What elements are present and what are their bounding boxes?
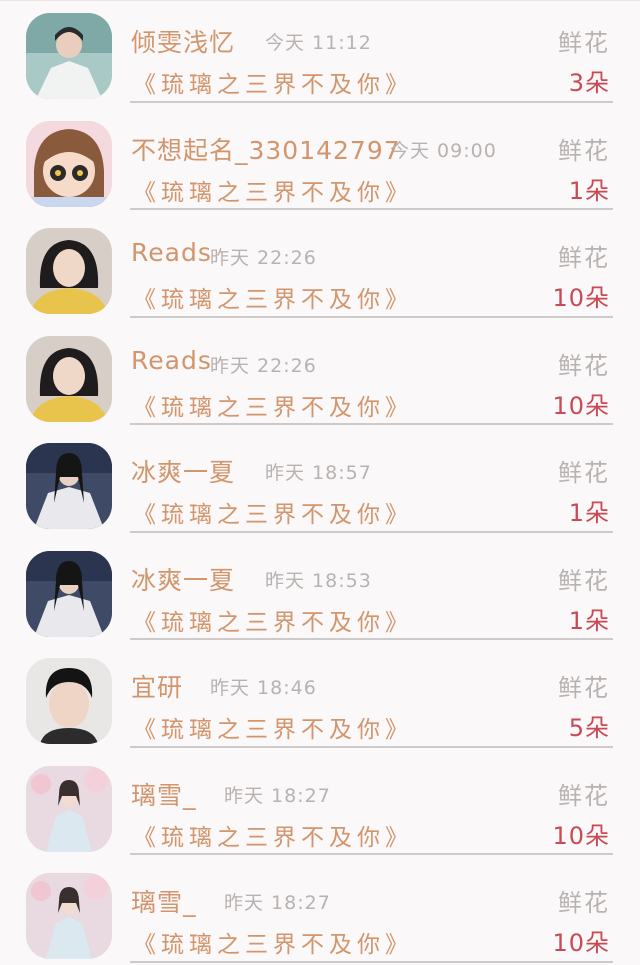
avatar[interactable] bbox=[26, 443, 112, 529]
user-name[interactable]: 宜研 bbox=[131, 668, 183, 704]
timestamp: 今天 09:00 bbox=[390, 139, 497, 162]
list-item[interactable]: 冰爽一夏 昨天 18:53 《琉璃之三界不及你》 鲜花 1朵 bbox=[0, 539, 640, 647]
divider bbox=[130, 960, 613, 963]
divider bbox=[130, 638, 613, 640]
list-item[interactable]: 璃雪_ 昨天 18:27 《琉璃之三界不及你》 鲜花 10朵 bbox=[0, 861, 640, 965]
book-title[interactable]: 《琉璃之三界不及你》 bbox=[133, 388, 413, 422]
gift-count: 10朵 bbox=[552, 929, 610, 957]
gift-label: 鲜花 bbox=[558, 781, 610, 810]
timestamp: 今天 11:12 bbox=[265, 32, 372, 54]
divider bbox=[130, 423, 613, 425]
timestamp: 昨天 18:27 bbox=[224, 784, 331, 807]
list-item[interactable]: 宜研 昨天 18:46 《琉璃之三界不及你》 鲜花 5朵 bbox=[0, 646, 640, 754]
divider bbox=[130, 315, 613, 318]
book-title[interactable]: 《琉璃之三界不及你》 bbox=[133, 818, 413, 852]
gift-count: 10朵 bbox=[552, 391, 610, 420]
avatar-photo-woman-blossom-icon bbox=[26, 873, 112, 959]
user-name[interactable]: 冰爽一夏 bbox=[131, 561, 235, 597]
avatar-photo-man-costume-icon bbox=[26, 443, 112, 529]
avatar[interactable] bbox=[26, 228, 112, 314]
list-item[interactable]: 倾雯浅忆 今天 11:12 《琉璃之三界不及你》 鲜花 3朵 bbox=[0, 1, 640, 109]
avatar[interactable] bbox=[26, 765, 112, 852]
user-name[interactable]: Reads bbox=[131, 238, 212, 267]
list-item[interactable]: 冰爽一夏 昨天 18:57 《琉璃之三界不及你》 鲜花 1朵 bbox=[0, 431, 640, 539]
divider bbox=[130, 530, 613, 533]
gift-label: 鲜花 bbox=[558, 351, 610, 380]
avatar-photo-man-portrait-icon bbox=[26, 658, 112, 744]
gift-label: 鲜花 bbox=[558, 566, 610, 595]
timestamp: 昨天 22:26 bbox=[210, 354, 317, 377]
gift-label: 鲜花 bbox=[558, 29, 610, 57]
user-name[interactable]: 冰爽一夏 bbox=[131, 453, 235, 489]
user-name[interactable]: 倾雯浅忆 bbox=[131, 23, 235, 59]
list-item[interactable]: Reads 昨天 22:26 《琉璃之三界不及你》 鲜花 10朵 bbox=[0, 216, 640, 324]
divider bbox=[130, 853, 613, 855]
book-title[interactable]: 《琉璃之三界不及你》 bbox=[133, 925, 413, 959]
divider bbox=[130, 745, 613, 748]
gift-label: 鲜花 bbox=[558, 889, 610, 917]
book-title[interactable]: 《琉璃之三界不及你》 bbox=[133, 495, 413, 529]
gift-count: 3朵 bbox=[568, 69, 610, 97]
avatar[interactable] bbox=[26, 120, 112, 207]
gift-count: 1朵 bbox=[568, 176, 610, 205]
avatar-photo-woman-yellow-icon bbox=[26, 335, 112, 422]
gift-label: 鲜花 bbox=[558, 136, 610, 165]
list-item[interactable]: 不想起名_330142797 今天 09:00 《琉璃之三界不及你》 鲜花 1朵 bbox=[0, 109, 640, 217]
timestamp: 昨天 18:27 bbox=[224, 892, 331, 914]
user-name[interactable]: 不想起名_330142797 bbox=[131, 131, 401, 167]
avatar-photo-woman-blossom-icon bbox=[26, 765, 112, 852]
timestamp: 昨天 18:53 bbox=[265, 569, 372, 592]
timestamp: 昨天 18:57 bbox=[265, 462, 372, 484]
timestamp: 昨天 22:26 bbox=[210, 247, 317, 269]
book-title[interactable]: 《琉璃之三界不及你》 bbox=[133, 710, 413, 744]
user-name[interactable]: 璃雪_ bbox=[131, 883, 197, 919]
divider bbox=[130, 100, 613, 103]
gift-count: 1朵 bbox=[568, 499, 610, 527]
avatar-photo-woman-yellow-icon bbox=[26, 228, 112, 314]
book-title[interactable]: 《琉璃之三界不及你》 bbox=[133, 65, 413, 99]
list-item[interactable]: Reads 昨天 22:26 《琉璃之三界不及你》 鲜花 10朵 bbox=[0, 324, 640, 432]
gift-count: 5朵 bbox=[568, 714, 610, 742]
gift-count: 10朵 bbox=[552, 821, 610, 850]
divider bbox=[130, 208, 613, 210]
gift-label: 鲜花 bbox=[558, 244, 610, 272]
list-item[interactable]: 璃雪_ 昨天 18:27 《琉璃之三界不及你》 鲜花 10朵 bbox=[0, 754, 640, 862]
avatar-photo-man-white-robe-icon bbox=[26, 13, 112, 99]
avatar[interactable] bbox=[26, 658, 112, 744]
avatar[interactable] bbox=[26, 873, 112, 959]
avatar[interactable] bbox=[26, 550, 112, 637]
avatar-photo-man-costume-icon bbox=[26, 550, 112, 637]
flower-gift-list: 倾雯浅忆 今天 11:12 《琉璃之三界不及你》 鲜花 3朵 不想起名_3301… bbox=[0, 0, 640, 965]
user-name[interactable]: Reads bbox=[131, 346, 212, 375]
gift-count: 10朵 bbox=[552, 284, 610, 312]
avatar[interactable] bbox=[26, 335, 112, 422]
avatar[interactable] bbox=[26, 13, 112, 99]
user-name[interactable]: 璃雪_ bbox=[131, 776, 197, 812]
gift-label: 鲜花 bbox=[558, 459, 610, 487]
book-title[interactable]: 《琉璃之三界不及你》 bbox=[133, 603, 413, 637]
gift-count: 1朵 bbox=[568, 606, 610, 635]
avatar-cartoon-girl-icon bbox=[26, 120, 112, 207]
timestamp: 昨天 18:46 bbox=[210, 677, 317, 699]
gift-label: 鲜花 bbox=[558, 674, 610, 702]
book-title[interactable]: 《琉璃之三界不及你》 bbox=[133, 280, 413, 314]
book-title[interactable]: 《琉璃之三界不及你》 bbox=[133, 173, 413, 207]
